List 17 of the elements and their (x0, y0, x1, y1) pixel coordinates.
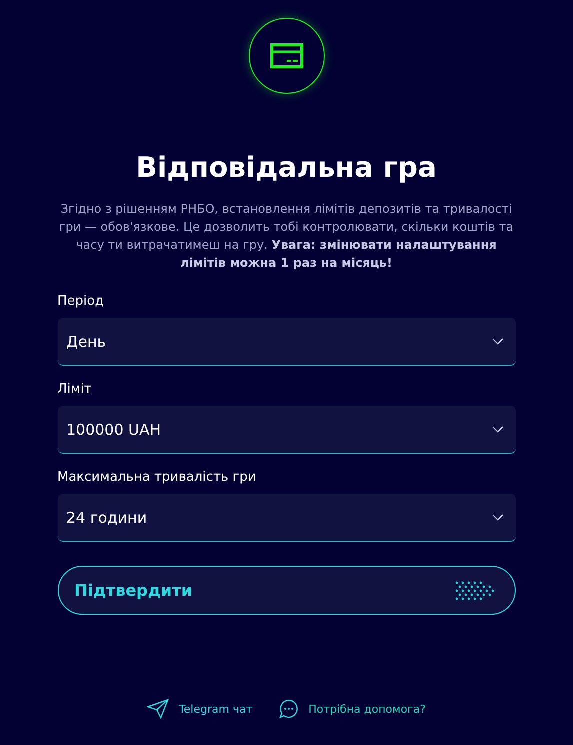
help-link[interactable]: Потрібна допомога? (278, 699, 426, 719)
select-field[interactable]: 24 години (58, 494, 516, 542)
field-label: Максимальна тривалість гри (58, 470, 256, 486)
select-field[interactable]: День (58, 318, 516, 366)
description: Згідно з рішенням РНБО, встановлення лімітів депозитів та тривалості гри — обов'язкове. Це дозволить тобі контролювати, скільки коштів та часу ти витрачатимеш на гру. Увага: змінювати налаштування лімітів можна 1 раз на місяць! (58, 201, 515, 272)
field-label: Ліміт (58, 382, 92, 398)
page-title: Відповідальна гра (136, 150, 437, 186)
telegram-link[interactable]: Telegram чат (147, 699, 253, 719)
confirm-button[interactable]: Підтвердити (58, 566, 516, 615)
chevron-down-icon (492, 514, 504, 521)
field-label: Період (58, 294, 104, 310)
chat-bubble-icon (278, 699, 299, 719)
card-icon (248, 18, 324, 94)
chevron-down-icon (492, 338, 504, 345)
chevron-down-icon (492, 426, 504, 433)
select-field[interactable]: 100000 UAH (58, 406, 516, 454)
paper-plane-icon (147, 699, 170, 719)
